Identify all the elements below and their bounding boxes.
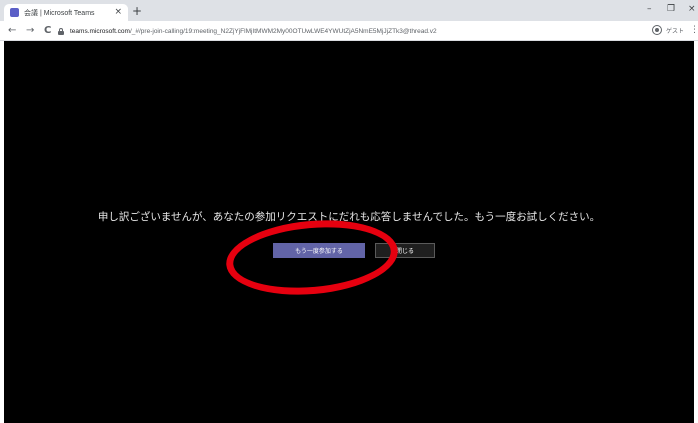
tab-title: 会議 | Microsoft Teams: [24, 9, 95, 17]
browser-tab[interactable]: 会議 | Microsoft Teams ×: [4, 4, 128, 21]
tab-bar: 会議 | Microsoft Teams × + – ❐ ×: [0, 0, 698, 21]
new-tab-icon[interactable]: +: [132, 5, 142, 17]
url-text[interactable]: teams.microsoft.com/_#/pre-join-calling/…: [70, 28, 437, 35]
error-message: 申し訳ございませんが、あなたの参加リクエストにだれも応答しませんでした。もう一度…: [97, 211, 601, 223]
teams-logo-icon: [10, 8, 19, 17]
menu-dots-icon[interactable]: ⋮: [690, 25, 698, 35]
profile-button[interactable]: ゲスト: [652, 25, 684, 35]
rejoin-button[interactable]: もう一度参加する: [273, 243, 365, 258]
restore-icon[interactable]: ❐: [667, 4, 675, 14]
minimize-icon[interactable]: –: [647, 4, 652, 14]
teams-page: 申し訳ございませんが、あなたの参加リクエストにだれも応答しませんでした。もう一度…: [4, 41, 694, 423]
address-bar[interactable]: teams.microsoft.com/_#/pre-join-calling/…: [58, 24, 636, 38]
profile-icon: [652, 25, 662, 35]
tab-close-icon[interactable]: ×: [114, 8, 122, 17]
window-close-icon[interactable]: ×: [688, 4, 696, 14]
url-path: /_#/pre-join-calling/19:meeting_N2ZjYjFl…: [129, 27, 437, 35]
profile-label: ゲスト: [666, 27, 685, 35]
lock-icon[interactable]: [58, 27, 64, 35]
url-host: teams.microsoft.com: [70, 27, 130, 35]
reload-icon[interactable]: C: [44, 25, 51, 36]
back-arrow-icon[interactable]: ←: [8, 25, 16, 36]
close-button[interactable]: 閉じる: [375, 243, 435, 258]
forward-arrow-icon[interactable]: →: [26, 25, 34, 36]
browser-toolbar: ← → C teams.microsoft.com/_#/pre-join-ca…: [0, 21, 698, 41]
